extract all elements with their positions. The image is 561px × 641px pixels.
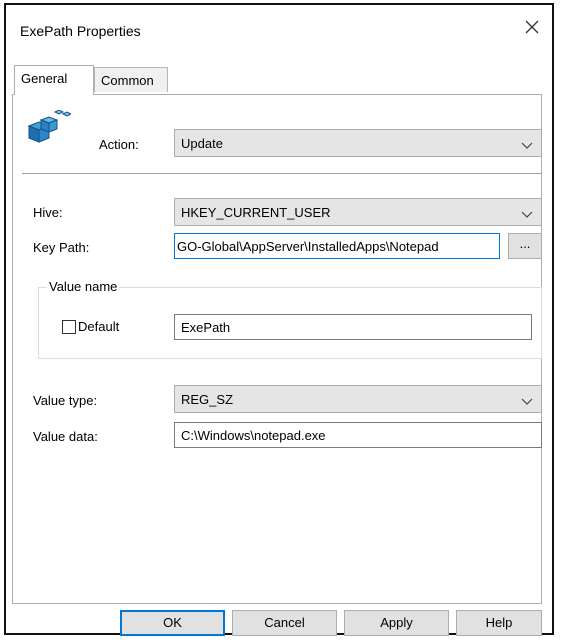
action-label: Action: — [99, 137, 139, 152]
apply-button[interactable]: Apply — [344, 610, 449, 636]
value-type-label: Value type: — [33, 393, 98, 408]
value-name-value: ExePath — [181, 320, 231, 335]
ok-button[interactable]: OK — [120, 610, 225, 636]
default-label[interactable]: Default — [78, 319, 119, 334]
help-button[interactable]: Help — [456, 610, 542, 636]
chevron-down-icon — [521, 207, 533, 222]
registry-icon — [25, 109, 73, 152]
value-data-input[interactable]: C:\Windows\notepad.exe — [174, 422, 542, 448]
action-dropdown[interactable]: Update — [174, 129, 542, 157]
key-path-value: GO-Global\AppServer\InstalledApps\Notepa… — [177, 239, 439, 254]
value-name-group-title: Value name — [47, 279, 120, 294]
chevron-down-icon — [521, 394, 533, 409]
value-name-input[interactable]: ExePath — [174, 314, 532, 340]
browse-button[interactable]: ... — [508, 233, 542, 259]
title-bar: ExePath Properties — [6, 5, 552, 55]
value-type-value: REG_SZ — [181, 392, 234, 407]
properties-dialog: ExePath Properties General Common Action… — [4, 3, 554, 636]
action-value: Update — [181, 136, 223, 151]
key-path-input[interactable]: GO-Global\AppServer\InstalledApps\Notepa… — [174, 233, 500, 259]
close-icon[interactable] — [522, 17, 542, 37]
value-data-label: Value data: — [33, 429, 98, 444]
chevron-down-icon — [521, 138, 533, 153]
key-path-label: Key Path: — [33, 240, 90, 255]
dialog-title: ExePath Properties — [20, 23, 141, 39]
hive-value: HKEY_CURRENT_USER — [181, 205, 331, 220]
cancel-button[interactable]: Cancel — [232, 610, 337, 636]
value-data-value: C:\Windows\notepad.exe — [181, 428, 326, 443]
tab-general[interactable]: General — [14, 65, 94, 95]
default-checkbox[interactable] — [62, 320, 76, 334]
hive-dropdown[interactable]: HKEY_CURRENT_USER — [174, 198, 542, 226]
tab-common[interactable]: Common — [94, 67, 168, 92]
separator — [22, 173, 542, 174]
hive-label: Hive: — [33, 205, 63, 220]
value-type-dropdown[interactable]: REG_SZ — [174, 385, 542, 413]
